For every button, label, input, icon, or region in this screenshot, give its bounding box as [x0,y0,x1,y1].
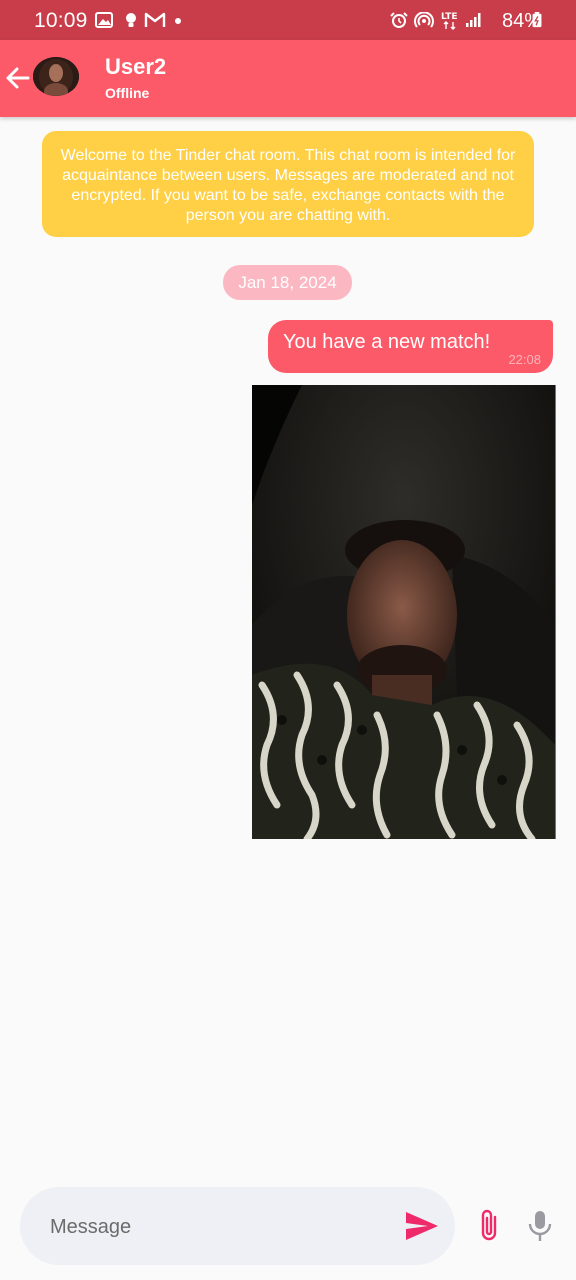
photo-message[interactable] [252,385,556,839]
welcome-notice: Welcome to the Tinder chat room. This ch… [42,131,534,237]
selfie-photo [252,385,555,839]
gmail-icon [144,12,166,27]
signal-icon [466,13,481,27]
message-text: You have a new match! [283,331,491,353]
status-time: 10:09 [34,9,88,32]
status-bar: 10:09 LTE 84% [0,0,576,40]
mic-icon[interactable] [526,1209,554,1243]
contact-status: Offline [105,85,150,101]
bulb-icon [126,13,136,27]
avatar[interactable] [33,57,79,96]
svg-text:LTE: LTE [441,12,458,22]
hotspot-icon [414,12,434,28]
date-separator-text: Jan 18, 2024 [238,273,337,292]
notification-dot-icon [175,18,181,24]
back-arrow-icon[interactable] [4,64,32,92]
message-input[interactable] [48,1207,392,1247]
alarm-icon [390,12,408,28]
contact-name: User2 [105,54,167,79]
attach-icon[interactable] [476,1208,502,1244]
send-icon[interactable] [404,1210,440,1242]
lte-icon: LTE [441,12,458,30]
message-input-container [20,1187,455,1265]
avatar-image [33,57,79,96]
date-separator: Jan 18, 2024 [223,265,352,300]
message-bubble[interactable]: You have a new match! 22:08 [268,320,553,373]
gallery-icon [95,12,113,28]
battery-icon [532,12,542,28]
chat-header: User2 Offline [0,40,576,117]
message-time: 22:08 [508,352,541,367]
welcome-notice-text: Welcome to the Tinder chat room. This ch… [60,147,516,224]
